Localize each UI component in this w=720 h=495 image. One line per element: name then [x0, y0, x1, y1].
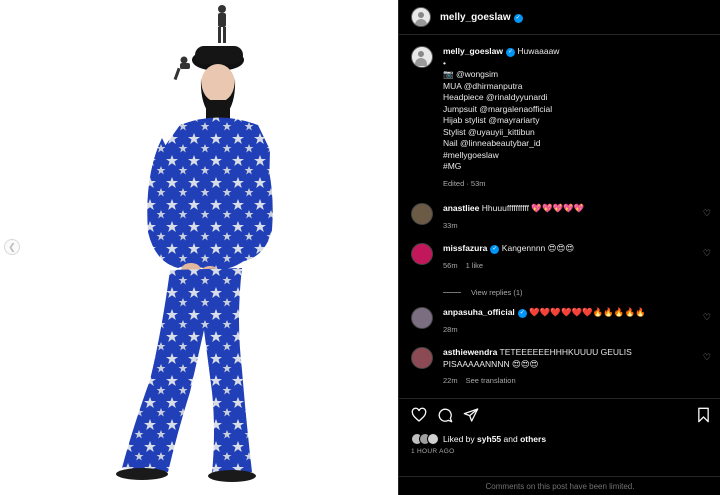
commenter-avatar[interactable]	[411, 243, 433, 265]
model-illustration	[116, 5, 273, 482]
bookmark-icon[interactable]	[696, 407, 711, 423]
verified-icon: ✓	[517, 309, 527, 318]
header-username[interactable]: melly_goeslaw ✓	[440, 12, 523, 23]
post-sidebar: melly_goeslaw ✓ melly_goeslaw ✓ Huwaaaaw •…	[398, 0, 720, 495]
post-header: melly_goeslaw ✓	[399, 0, 720, 35]
comment-username[interactable]: asthiewendra	[443, 347, 497, 357]
post-photo[interactable]: ❮	[0, 0, 398, 495]
chevron-left-icon: ❮	[8, 241, 16, 252]
comment-username[interactable]: anastliee	[443, 203, 479, 213]
verified-icon: ✓	[513, 13, 523, 23]
list-item: anpasuha_official ✓ ❤️❤️❤️❤️❤️❤️🔥🔥🔥🔥🔥 28m	[411, 307, 693, 335]
comments-feed[interactable]: melly_goeslaw ✓ Huwaaaaw • 📷 @wongsim MUA…	[399, 36, 720, 398]
caption-line: #mellygoeslaw	[443, 149, 499, 160]
avatar	[427, 433, 439, 445]
caption-line: Huwaaaaw	[517, 46, 560, 56]
post-actions: Liked by syh55 and others 1 HOUR AGO Com…	[399, 398, 720, 495]
post-timestamp: 1 HOUR AGO	[411, 448, 455, 455]
commenter-avatar[interactable]	[411, 347, 433, 369]
commenter-avatar[interactable]	[411, 307, 433, 329]
like-comment-heart-icon[interactable]: ♡	[703, 208, 711, 219]
list-item: asthiewendra TETEEEEEEHHHKUUUU GEULIS PI…	[411, 347, 693, 387]
comment-username[interactable]: missfazura	[443, 243, 487, 253]
view-replies-button[interactable]: View replies (1)	[443, 288, 523, 297]
share-icon[interactable]	[463, 407, 479, 423]
caption-meta: Edited · 53m	[443, 178, 486, 188]
verified-icon: ✓	[506, 48, 516, 57]
comment-text: Hhuuuffffffffff 💖💖💖💖💖	[481, 203, 585, 213]
commenter-avatar[interactable]	[411, 203, 433, 225]
caption-avatar[interactable]	[411, 46, 433, 68]
avatar[interactable]	[411, 7, 431, 27]
caption-line: Nail @linneabeautybar_id	[443, 138, 541, 148]
like-comment-heart-icon[interactable]: ♡	[703, 352, 711, 363]
comments-limited-notice: Comments on this post have been limited.	[399, 476, 720, 495]
liked-by[interactable]: Liked by syh55 and others	[411, 433, 546, 445]
comment-text: ❤️❤️❤️❤️❤️❤️🔥🔥🔥🔥🔥	[529, 307, 646, 317]
caption-username[interactable]: melly_goeslaw	[443, 46, 503, 56]
caption-line: Hijab stylist @mayrariarty	[443, 115, 540, 125]
comment-time: 28m	[443, 324, 458, 334]
comment-icon[interactable]	[437, 407, 453, 423]
caption-line: MUA @dhirmanputra	[443, 80, 523, 91]
caption: melly_goeslaw ✓ Huwaaaaw • 📷 @wongsim MUA…	[411, 46, 693, 189]
caption-line: 📷 @wongsim	[443, 69, 499, 79]
heart-icon[interactable]	[411, 407, 427, 423]
previous-post-button[interactable]: ❮	[4, 239, 20, 255]
list-item: anastliee Hhuuuffffffffff 💖💖💖💖💖 33m	[411, 203, 693, 231]
verified-icon: ✓	[490, 245, 500, 254]
liked-user[interactable]: syh55	[477, 434, 501, 444]
caption-line: Headpiece @rinaldyyunardi	[443, 92, 548, 102]
like-comment-heart-icon[interactable]: ♡	[703, 312, 711, 323]
comment-text: Kangennnn 😍😍😍	[501, 243, 575, 253]
like-comment-heart-icon[interactable]: ♡	[703, 248, 711, 259]
caption-line: Stylist @uyauyii_kittibun	[443, 126, 535, 137]
comment-time: 33m	[443, 220, 458, 230]
comment-time: 22m	[443, 376, 458, 385]
caption-line: Jumpsuit @margalenaofficial	[443, 103, 553, 114]
comment-time: 56m	[443, 260, 458, 270]
caption-line: #MG	[443, 161, 462, 171]
see-translation-link[interactable]: See translation	[466, 376, 516, 385]
liked-others[interactable]: others	[520, 434, 546, 444]
caption-line: •	[443, 57, 446, 68]
comment-likes[interactable]: 1 like	[466, 261, 484, 270]
list-item: missfazura ✓ Kangennnn 😍😍😍 56m 1 like	[411, 243, 693, 271]
comment-username[interactable]: anpasuha_official	[443, 307, 515, 317]
